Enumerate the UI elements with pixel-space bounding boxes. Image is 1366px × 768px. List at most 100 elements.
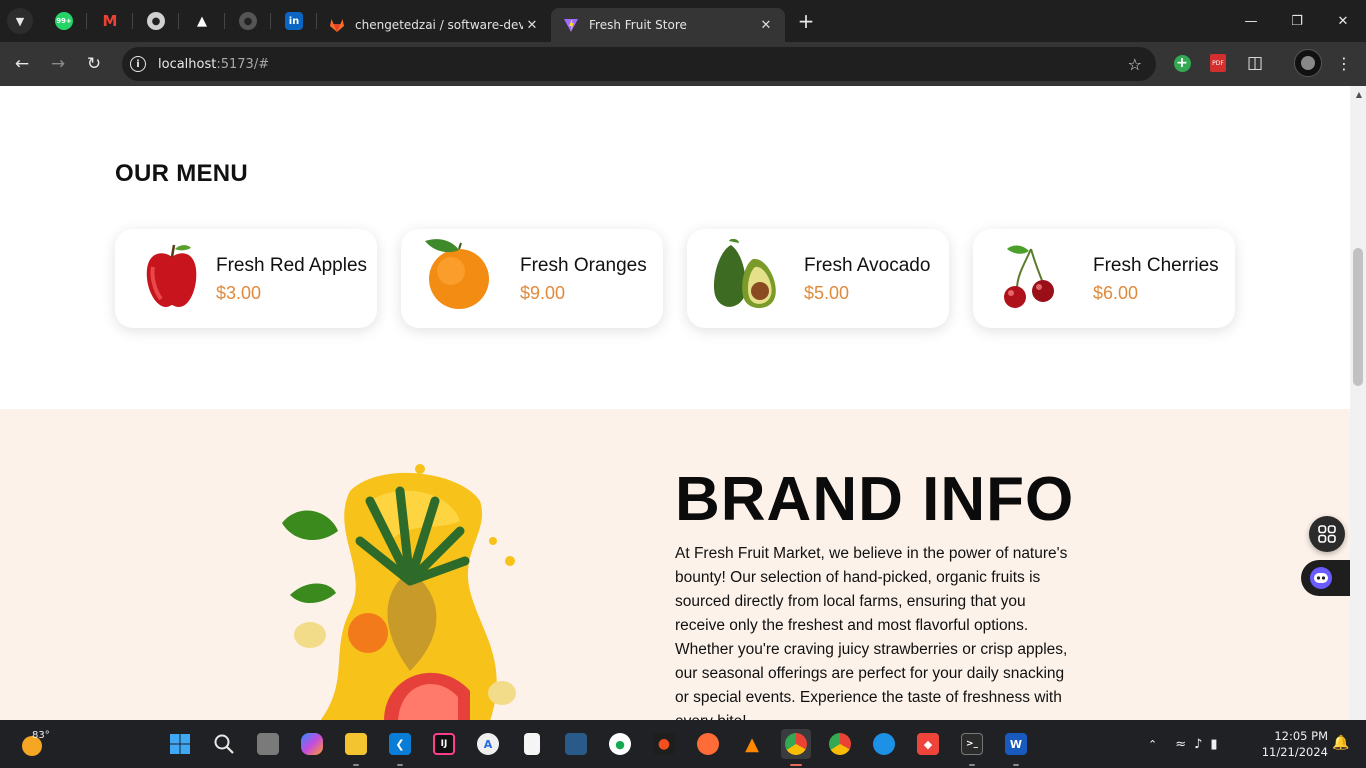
wifi-icon[interactable]: ≈ (1175, 737, 1186, 752)
tab-fresh-fruit-store[interactable]: Fresh Fruit Store ✕ (551, 8, 785, 42)
figma-icon: ● (653, 733, 675, 755)
weather-temperature: 83° (32, 730, 50, 741)
task-view-button[interactable] (253, 729, 283, 759)
anydesk-app[interactable]: ◆ (913, 729, 943, 759)
scroll-up-arrow-icon[interactable]: ▲ (1356, 90, 1362, 99)
volume-icon[interactable]: ♪ (1194, 737, 1202, 752)
notepad-app[interactable] (517, 729, 547, 759)
whatsapp-icon: 99+ (55, 12, 73, 30)
windows-logo-icon (170, 734, 190, 754)
close-tab-icon[interactable]: ✕ (523, 18, 541, 33)
app-store-icon: A (477, 733, 499, 755)
menu-card-apples[interactable]: Fresh Red Apples $3.00 (115, 229, 377, 328)
docker-whale-icon (873, 733, 895, 755)
tab-title: chengetedzai / software-develo (355, 18, 523, 32)
taskbar-clock[interactable]: 12:05 PM 11/21/2024 (1258, 728, 1328, 760)
gmail-icon: M (102, 12, 118, 30)
word-icon: W (1005, 733, 1027, 755)
chrome-app-profile[interactable] (825, 729, 855, 759)
app-store-app[interactable]: A (473, 729, 503, 759)
mongodb-compass-app[interactable]: ● (605, 729, 635, 759)
anydesk-icon: ◆ (917, 733, 939, 755)
menu-section-title: OUR MENU (115, 160, 249, 187)
bookmark-star-icon[interactable]: ☆ (1128, 55, 1142, 74)
vite-icon (564, 19, 578, 32)
apps-grid-float-button[interactable] (1309, 516, 1345, 552)
pinned-tab-github[interactable]: ● (225, 0, 271, 42)
notification-bell-icon[interactable]: 🔔 (1332, 735, 1349, 751)
menu-card-avocado[interactable]: Fresh Avocado $5.00 (687, 229, 949, 328)
menu-card-oranges[interactable]: Fresh Oranges $9.00 (401, 229, 663, 328)
browser-toolbar: ← → ↻ i localhost:5173/# ☆ + PDF ◫ ⋮ (0, 42, 1366, 86)
minimize-button[interactable]: — (1228, 0, 1274, 42)
chrome-app-active[interactable] (781, 729, 811, 766)
menu-card-cherries[interactable]: Fresh Cherries $6.00 (973, 229, 1235, 328)
document-icon (524, 733, 540, 755)
docker-app[interactable] (869, 729, 899, 759)
pinned-tab-whatsapp[interactable]: 99+ (41, 0, 87, 42)
url-text[interactable]: localhost:5173/# (158, 57, 269, 72)
pinned-tab-vercel[interactable]: ▲ (179, 0, 225, 42)
assistant-float-button[interactable] (1301, 560, 1350, 596)
apple-image (146, 244, 197, 307)
scrollbar-thumb[interactable] (1353, 248, 1363, 386)
tab-gitlab[interactable]: chengetedzai / software-develo ✕ (317, 8, 551, 42)
copilot-icon (301, 733, 323, 755)
vlc-app[interactable]: ▲ (737, 729, 767, 759)
site-info-icon[interactable]: i (130, 56, 146, 72)
new-tab-button[interactable]: + (791, 6, 821, 36)
extension-plus-icon[interactable]: + (1170, 51, 1194, 75)
pinned-tab-gmail[interactable]: M (87, 0, 133, 42)
terminal-icon: >_ (961, 733, 983, 755)
reload-button[interactable]: ↻ (76, 46, 112, 82)
product-price: $3.00 (216, 283, 262, 303)
restore-button[interactable]: ❐ (1274, 0, 1320, 42)
vscode-app[interactable]: ❮ (385, 729, 415, 766)
windows-taskbar: 83° ❮ IJ A ● ● ▲ ◆ >_ W ⌃ ≈ ♪ ▮ 12:05 PM… (0, 720, 1366, 768)
brand-info-section: BRAND INFO At Fresh Fruit Market, we bel… (0, 409, 1350, 720)
browser-menu-icon[interactable]: ⋮ (1332, 51, 1356, 75)
product-name: Fresh Avocado (804, 255, 931, 276)
assistant-bot-icon (1310, 567, 1332, 589)
start-button[interactable] (165, 729, 195, 759)
vlc-cone-icon: ▲ (745, 733, 759, 755)
product-price: $6.00 (1093, 283, 1139, 303)
intellij-app[interactable]: IJ (429, 729, 459, 759)
cherries-image (1004, 245, 1054, 308)
pdf-extension-icon[interactable]: PDF (1206, 51, 1230, 75)
profile-avatar[interactable] (1294, 49, 1322, 77)
postman-app[interactable] (693, 729, 723, 759)
bot-icon: ● (147, 12, 165, 30)
figma-app[interactable]: ● (649, 729, 679, 759)
extensions-puzzle-icon[interactable]: ◫ (1243, 51, 1267, 75)
mysql-icon (565, 733, 587, 755)
taskbar-search-button[interactable] (209, 729, 239, 759)
back-button[interactable]: ← (4, 46, 40, 82)
clock-time: 12:05 PM (1274, 729, 1328, 743)
close-window-button[interactable]: ✕ (1320, 0, 1366, 42)
fruit-splash-image (282, 464, 516, 720)
battery-icon[interactable]: ▮ (1210, 737, 1217, 752)
address-bar[interactable]: i localhost:5173/# ☆ (122, 47, 1156, 81)
close-tab-icon[interactable]: ✕ (757, 18, 775, 33)
file-explorer-app[interactable] (341, 729, 371, 766)
pinned-tab-copilot[interactable]: ● (133, 0, 179, 42)
product-name: Fresh Cherries (1093, 255, 1219, 276)
tray-overflow-chevron-icon[interactable]: ⌃ (1148, 738, 1157, 751)
vscode-icon: ❮ (389, 733, 411, 755)
weather-widget[interactable]: 83° (20, 730, 60, 760)
pinned-tab-linkedin[interactable]: in (271, 0, 317, 42)
word-app[interactable]: W (1001, 729, 1031, 766)
tab-search-dropdown-button[interactable]: ▼ (7, 8, 33, 34)
forward-button[interactable]: → (40, 46, 76, 82)
copilot-app[interactable] (297, 729, 327, 759)
mysql-workbench-app[interactable] (561, 729, 591, 759)
grid-icon (1318, 525, 1336, 543)
terminal-app[interactable]: >_ (957, 729, 987, 766)
product-name: Fresh Red Apples (216, 255, 368, 276)
page-scrollbar[interactable]: ▲ (1350, 86, 1366, 720)
chrome-icon (785, 733, 807, 755)
product-price: $9.00 (520, 283, 566, 303)
folder-icon (345, 733, 367, 755)
vercel-icon: ▲ (197, 13, 207, 29)
